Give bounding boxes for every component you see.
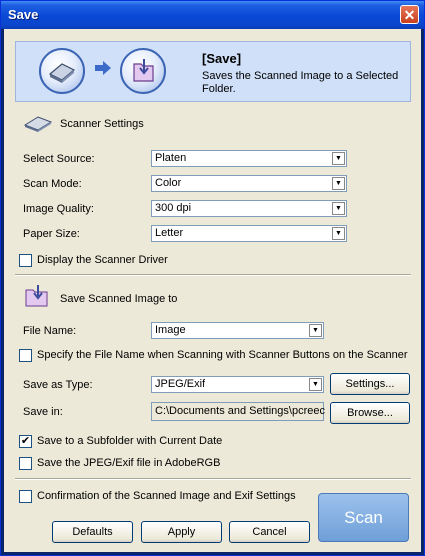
scan-mode-value: Color [155,177,182,189]
display-driver-checkbox[interactable] [19,254,32,267]
chevron-down-icon[interactable]: ▼ [332,177,345,190]
apply-button[interactable]: Apply [141,521,222,543]
chevron-down-icon[interactable]: ▼ [309,378,322,391]
confirmation-checkbox[interactable] [19,490,32,503]
display-driver-label[interactable]: Display the Scanner Driver [37,254,168,266]
specify-filename-label[interactable]: Specify the File Name when Scanning with… [37,349,408,361]
chevron-down-icon[interactable]: ▼ [309,324,322,337]
scan-button[interactable]: Scan [318,493,409,542]
divider [15,478,411,480]
save-as-type-label: Save as Type: [23,379,93,391]
scanner-icon [39,48,85,94]
save-section-heading: Save Scanned Image to [60,293,178,305]
save-as-type-dropdown[interactable]: JPEG/Exif ▼ [151,376,324,393]
select-source-dropdown[interactable]: Platen ▼ [151,150,347,167]
scan-mode-dropdown[interactable]: Color ▼ [151,175,347,192]
save-folder-icon [25,285,48,307]
scan-mode-label: Scan Mode: [23,178,82,190]
save-in-path-value: C:\Documents and Settings\pcreecy [155,405,325,417]
settings-button[interactable]: Settings... [330,373,410,395]
scanner-settings-icon [23,116,53,132]
browse-button[interactable]: Browse... [330,402,410,424]
window-title: Save [8,7,39,22]
chevron-down-icon[interactable]: ▼ [332,152,345,165]
save-in-label: Save in: [23,406,63,418]
cancel-button[interactable]: Cancel [229,521,310,543]
save-as-type-value: JPEG/Exif [155,378,206,390]
subfolder-checkbox[interactable]: ✔ [19,435,32,448]
chevron-down-icon[interactable]: ▼ [332,202,345,215]
banner-description: Saves the Scanned Image to a Selected Fo… [202,70,399,95]
file-name-value[interactable]: Image [155,324,186,336]
chevron-down-icon[interactable]: ▼ [332,227,345,240]
file-name-combobox[interactable]: Image ▼ [151,322,324,339]
paper-size-dropdown[interactable]: Letter ▼ [151,225,347,242]
checkmark-icon: ✔ [20,435,31,447]
save-folder-icon [120,48,166,94]
dialog-body: [Save] Saves the Scanned Image to a Sele… [4,29,421,552]
paper-size-label: Paper Size: [23,228,80,240]
arrow-right-icon [95,61,111,75]
banner-title: [Save] [202,51,242,66]
subfolder-label[interactable]: Save to a Subfolder with Current Date [37,435,222,447]
title-bar[interactable]: Save ✕ [1,1,424,29]
paper-size-value: Letter [155,227,184,239]
image-quality-label: Image Quality: [23,203,94,215]
adobergb-label[interactable]: Save the JPEG/Exif file in AdobeRGB [37,457,220,469]
defaults-button[interactable]: Defaults [52,521,133,543]
divider [15,274,411,276]
specify-filename-checkbox[interactable] [19,349,32,362]
confirmation-label[interactable]: Confirmation of the Scanned Image and Ex… [37,490,296,502]
image-quality-value: 300 dpi [155,202,192,214]
file-name-label: File Name: [23,325,77,337]
scanner-settings-heading: Scanner Settings [60,118,144,130]
select-source-value: Platen [155,152,187,164]
header-banner: [Save] Saves the Scanned Image to a Sele… [15,41,411,102]
save-in-path-field: C:\Documents and Settings\pcreecy [151,402,325,421]
select-source-label: Select Source: [23,153,95,165]
adobergb-checkbox[interactable] [19,457,32,470]
image-quality-dropdown[interactable]: 300 dpi ▼ [151,200,347,217]
close-icon: ✕ [403,7,416,23]
save-dialog: Save ✕ [Save] Saves the Scanned Image to… [0,0,425,556]
close-button[interactable]: ✕ [400,5,419,24]
